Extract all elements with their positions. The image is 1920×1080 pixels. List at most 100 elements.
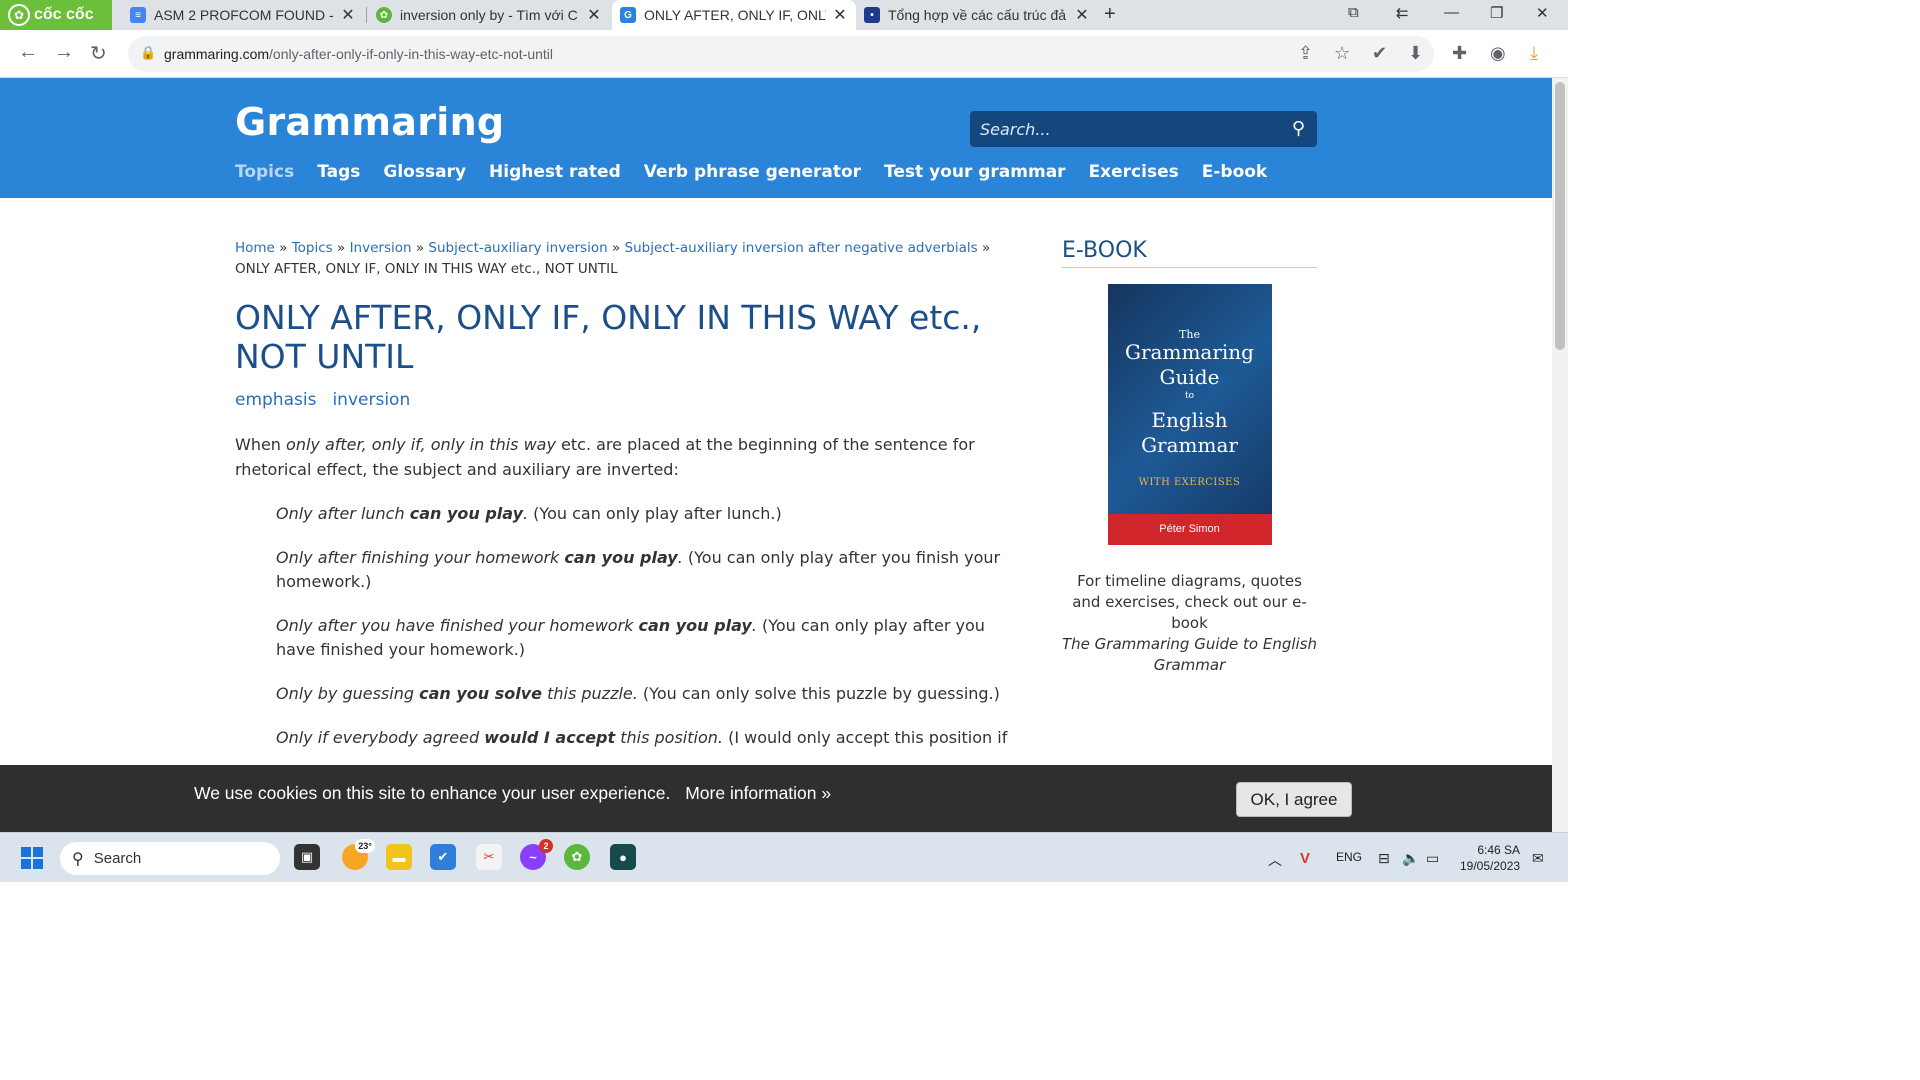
battery-icon[interactable]: ▭ <box>1426 850 1439 867</box>
clock-date: 19/05/2023 <box>1460 859 1521 873</box>
cookie-more-info-link[interactable]: More information » <box>685 783 831 803</box>
app-icon[interactable]: ● <box>610 844 636 870</box>
nav-verb-phrase-generator[interactable]: Verb phrase generator <box>644 162 861 182</box>
breadcrumb-negative-adverbials[interactable]: Subject-auxiliary inversion after negati… <box>625 240 978 256</box>
address-bar[interactable]: 🔒 grammaring.com/only-after-only-if-only… <box>128 36 1434 72</box>
sidebar-ebook: E-BOOK The Grammaring Guide to English G… <box>1062 238 1317 676</box>
breadcrumb-inversion[interactable]: Inversion <box>350 240 412 256</box>
example-inversion: can you play <box>564 548 678 567</box>
tag-emphasis[interactable]: emphasis <box>235 390 316 410</box>
nav-exercises[interactable]: Exercises <box>1089 162 1179 182</box>
breadcrumb-subject-auxiliary-inversion[interactable]: Subject-auxiliary inversion <box>428 240 607 256</box>
tab-search-icon[interactable]: ⧉ <box>1348 4 1359 21</box>
windows-taskbar: ⚲ Search ▣ 23° ▬ ✔ ✂ ~ 2 ✿ ● ︿ V ENG ⊟ 🔈… <box>0 832 1568 882</box>
network-icon[interactable]: ⊟ <box>1378 850 1390 867</box>
notifications-icon[interactable]: ✉ <box>1532 850 1544 867</box>
weather-icon[interactable]: 23° <box>342 839 375 870</box>
clock-time: 6:46 SA <box>1477 843 1521 857</box>
nav-glossary[interactable]: Glossary <box>383 162 466 182</box>
ebook-desc-title[interactable]: The Grammaring Guide to English Grammar <box>1062 635 1317 674</box>
back-button[interactable]: ← <box>18 41 38 64</box>
tab-search[interactable]: ✿ inversion only by - Tìm với C ✕ <box>368 0 610 30</box>
cookie-message: We use cookies on this site to enhance y… <box>194 783 671 803</box>
page-scrollbar[interactable] <box>1552 78 1568 832</box>
nav-highest-rated[interactable]: Highest rated <box>489 162 621 182</box>
cookie-message-row: We use cookies on this site to enhance y… <box>194 783 831 804</box>
site-icon: • <box>864 7 880 23</box>
example-sentence: Only after finishing your homework can y… <box>276 546 1010 594</box>
extensions-icon[interactable]: ✚ <box>1452 43 1467 64</box>
new-tab-button[interactable]: + <box>1104 3 1116 26</box>
breadcrumb-home[interactable]: Home <box>235 240 275 256</box>
forward-button[interactable]: → <box>54 41 74 64</box>
language-indicator[interactable]: ENG <box>1336 850 1362 864</box>
restore-button[interactable]: ❐ <box>1490 4 1503 22</box>
close-tab-icon[interactable]: ✕ <box>1074 5 1090 25</box>
docs-icon: ≡ <box>130 7 146 23</box>
search-input[interactable] <box>980 119 1270 139</box>
tab-tong-hop[interactable]: • Tổng hợp về các cấu trúc đả ✕ <box>856 0 1098 30</box>
taskbar-search-label: Search <box>93 850 142 867</box>
adblock-icon[interactable]: ✔ <box>1372 43 1387 64</box>
article: Home » Topics » Inversion » Subject-auxi… <box>235 238 1010 750</box>
cover-title-line3: English <box>1151 408 1228 432</box>
browser-tab-strip: ✿ cốc cốc ≡ ASM 2 PROFCOM FOUND - C ✕ ✿ … <box>0 0 1568 30</box>
nav-test-your-grammar[interactable]: Test your grammar <box>884 162 1066 182</box>
file-explorer-icon[interactable]: ▬ <box>386 844 412 870</box>
volume-icon[interactable]: 🔈 <box>1402 850 1419 867</box>
example-lead: Only after you have finished your homewo… <box>276 616 639 635</box>
bookmark-star-icon[interactable]: ☆ <box>1334 43 1350 64</box>
page-title: ONLY AFTER, ONLY IF, ONLY IN THIS WAY et… <box>235 298 982 376</box>
close-window-button[interactable]: ✕ <box>1536 4 1549 22</box>
download-manager-icon[interactable]: ⬇ <box>1408 43 1423 64</box>
tag-inversion[interactable]: inversion <box>332 390 410 410</box>
breadcrumb-topics[interactable]: Topics <box>292 240 333 256</box>
nav-ebook[interactable]: E-book <box>1202 162 1268 182</box>
example-paraphrase: (I would only accept this position if <box>722 728 1008 747</box>
coccoc-search-icon: ✿ <box>376 7 392 23</box>
browser-toolbar: ← → ↻ 🔒 grammaring.com/only-after-only-i… <box>0 30 1568 78</box>
downloads-icon[interactable]: ⤓ <box>1530 43 1538 64</box>
coccoc-menu-button[interactable]: ✿ cốc cốc <box>0 0 112 30</box>
start-button[interactable] <box>21 847 43 869</box>
close-tab-icon[interactable]: ✕ <box>586 5 602 25</box>
example-lead: Only after lunch <box>276 504 410 523</box>
nav-topics[interactable]: Topics <box>235 162 294 182</box>
scrollbar-thumb[interactable] <box>1555 82 1565 350</box>
nav-tags[interactable]: Tags <box>317 162 360 182</box>
coccoc-taskbar-icon[interactable]: ✿ <box>564 844 590 870</box>
close-tab-icon[interactable]: ✕ <box>832 5 848 25</box>
cover-title-line1: Grammaring <box>1125 340 1254 364</box>
search-icon: ⚲ <box>72 850 84 868</box>
share-icon[interactable]: ⇪ <box>1298 43 1313 64</box>
reload-button[interactable]: ↻ <box>90 41 107 66</box>
taskbar-search[interactable]: ⚲ Search <box>60 842 280 875</box>
tag-list: emphasis inversion <box>235 390 1010 410</box>
antivirus-icon[interactable]: V <box>1300 850 1310 867</box>
ebook-cover[interactable]: The Grammaring Guide to English Grammar … <box>1107 284 1272 545</box>
search-icon[interactable]: ⚲ <box>1292 118 1305 139</box>
messenger-icon[interactable]: ~ 2 <box>520 839 553 870</box>
chevron-up-icon[interactable]: ︿ <box>1268 850 1282 870</box>
todo-icon[interactable]: ✔ <box>430 844 456 870</box>
back-history-icon[interactable]: ⇇ <box>1396 4 1409 22</box>
site-logo[interactable]: Grammaring <box>235 100 504 144</box>
tab-grammaring[interactable]: G ONLY AFTER, ONLY IF, ONLY ✕ <box>612 0 856 30</box>
tab-title: Tổng hợp về các cấu trúc đả <box>888 7 1067 23</box>
snipping-tool-icon[interactable]: ✂ <box>476 844 502 870</box>
example-paraphrase: (You can only play after lunch.) <box>528 504 782 523</box>
cookie-agree-button[interactable]: OK, I agree <box>1236 782 1352 817</box>
url-host: grammaring.com <box>164 46 270 62</box>
tab-asm2[interactable]: ≡ ASM 2 PROFCOM FOUND - C ✕ <box>122 0 364 30</box>
site-header: Grammaring ⚲ Topics Tags Glossary Highes… <box>0 78 1552 198</box>
profile-icon[interactable]: ◉ <box>1490 43 1506 64</box>
close-tab-icon[interactable]: ✕ <box>340 5 356 25</box>
tab-title: ASM 2 PROFCOM FOUND - C <box>154 7 334 23</box>
minimize-button[interactable]: — <box>1444 4 1459 21</box>
cover-to: to <box>1184 391 1195 401</box>
cookie-banner: We use cookies on this site to enhance y… <box>0 765 1552 832</box>
system-clock[interactable]: 6:46 SA 19/05/2023 <box>1460 842 1520 874</box>
cover-title-line4: Grammar <box>1141 433 1238 457</box>
task-view-icon[interactable]: ▣ <box>294 844 320 870</box>
example-sentence: Only if everybody agreed would I accept … <box>276 726 1010 750</box>
